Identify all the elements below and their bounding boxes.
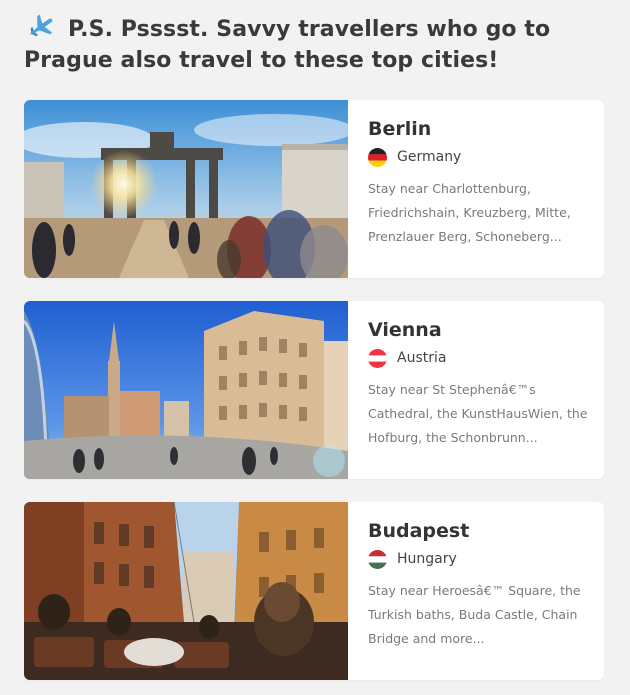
country-name: Austria [397,350,447,366]
city-photo-vienna[interactable] [24,301,348,479]
city-card-vienna[interactable]: Vienna Austria Stay near St Stephenâ€™s … [24,301,604,479]
germany-flag-icon [368,147,387,167]
country-row: Germany [368,147,590,167]
country-name: Germany [397,149,462,165]
city-name[interactable]: Berlin [368,116,590,142]
city-description: Stay near Charlottenburg, Friedrichshain… [368,181,571,244]
section-heading: P.S. Psssst. Savvy travellers who go to … [24,14,594,76]
city-photo-berlin[interactable] [24,100,348,278]
airplane-icon [24,14,58,40]
section-heading-text: P.S. Psssst. Savvy travellers who go to … [24,17,551,73]
hungary-flag-icon [368,549,387,569]
city-description: Stay near St Stephenâ€™s Cathedral, the … [368,382,588,445]
country-name: Hungary [397,551,457,567]
page: P.S. Psssst. Savvy travellers who go to … [0,0,630,695]
city-name[interactable]: Budapest [368,518,590,544]
country-row: Hungary [368,549,590,569]
country-row: Austria [368,348,590,368]
city-description: Stay near Heroesâ€™ Square, the Turkish … [368,583,581,646]
city-photo-budapest[interactable] [24,502,348,680]
austria-flag-icon [368,348,387,368]
city-info-vienna: Vienna Austria Stay near St Stephenâ€™s … [368,317,590,450]
city-info-berlin: Berlin Germany Stay near Charlottenburg,… [368,116,590,249]
city-card-budapest[interactable]: Budapest Hungary Stay near Heroesâ€™ Squ… [24,502,604,680]
city-card-berlin[interactable]: Berlin Germany Stay near Charlottenburg,… [24,100,604,278]
city-info-budapest: Budapest Hungary Stay near Heroesâ€™ Squ… [368,518,590,651]
city-name[interactable]: Vienna [368,317,590,343]
